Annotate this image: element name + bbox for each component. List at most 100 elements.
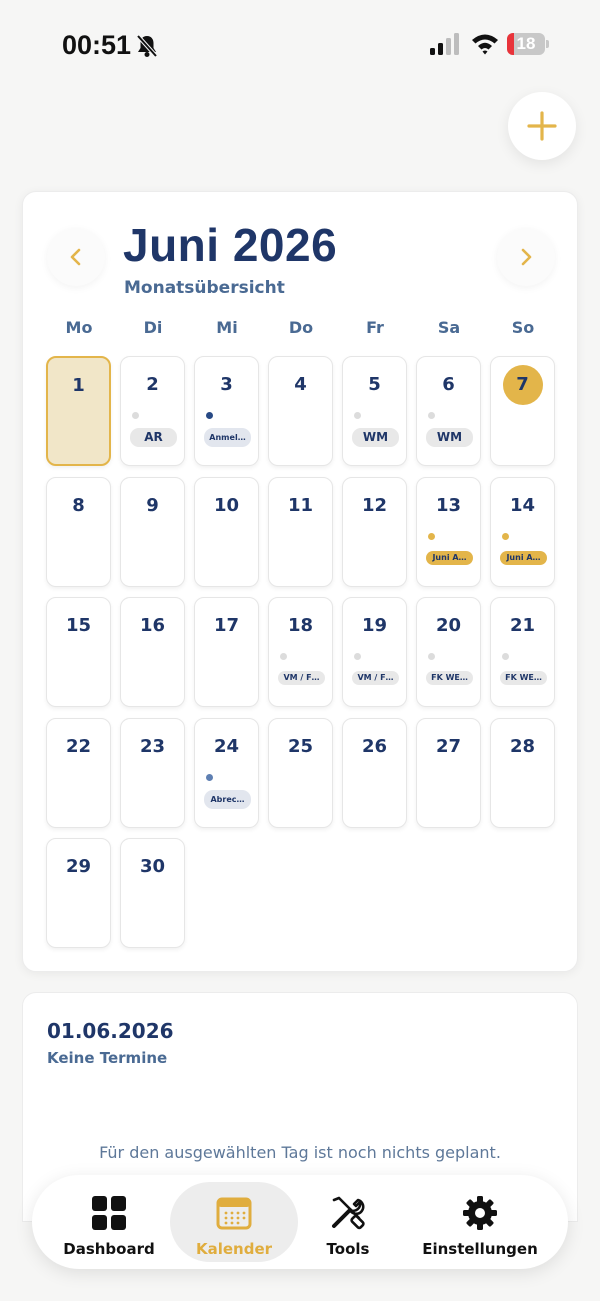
- day-number: 10: [213, 494, 240, 516]
- bell-muted-icon: [136, 34, 158, 58]
- weekday-label: Fr: [366, 318, 384, 337]
- day-number: 23: [139, 735, 166, 757]
- weekday-label: Di: [143, 318, 163, 337]
- day-number: 28: [509, 735, 536, 757]
- day-number: 19: [361, 615, 388, 636]
- status-bar: 00:51 18: [0, 0, 600, 90]
- event-chip: Abrec…: [204, 789, 251, 809]
- day-number: 1: [72, 375, 85, 396]
- day-number: 3: [220, 374, 233, 395]
- day-number: 22: [65, 735, 92, 757]
- day-cell[interactable]: 20 FK WE…: [416, 597, 481, 707]
- day-cell[interactable]: 17: [194, 597, 259, 707]
- selected-date: 01.06.2026: [47, 1019, 174, 1043]
- day-number: 17: [213, 615, 240, 636]
- previous-month-button[interactable]: [47, 228, 105, 286]
- day-number: 6: [442, 374, 455, 395]
- calendar-icon: [216, 1197, 252, 1230]
- day-cell[interactable]: 3 Anmel…: [194, 356, 259, 466]
- tab-label: Tools: [326, 1240, 370, 1258]
- day-cell[interactable]: 10: [194, 476, 259, 587]
- day-cell[interactable]: 9: [120, 476, 185, 587]
- day-cell[interactable]: 27: [416, 717, 481, 828]
- day-cell[interactable]: 1: [46, 356, 111, 466]
- day-cell[interactable]: 4: [268, 356, 333, 466]
- weekday-label: Mi: [216, 318, 238, 337]
- event-chip: FK WE…: [426, 671, 473, 685]
- day-cell[interactable]: 16: [120, 597, 185, 707]
- tab-label: Einstellungen: [422, 1240, 538, 1258]
- day-cell[interactable]: 21 FK WE…: [490, 597, 555, 707]
- empty-state-message: Für den ausgewählten Tag ist noch nichts…: [99, 1143, 501, 1162]
- day-number: 24: [213, 735, 240, 757]
- event-chip: Juni A…: [426, 550, 473, 565]
- day-number: 12: [361, 494, 388, 516]
- event-chip: VM / F…: [278, 671, 325, 685]
- event-dot: [206, 412, 213, 419]
- day-cell[interactable]: 5 WM: [342, 356, 407, 466]
- event-dot: [206, 773, 213, 781]
- day-cell[interactable]: 18 VM / F…: [268, 597, 333, 707]
- day-cell[interactable]: 8: [46, 476, 111, 587]
- day-number: 18: [287, 615, 314, 636]
- tab-label: Kalender: [195, 1240, 273, 1258]
- day-cell[interactable]: 30: [120, 838, 185, 948]
- day-number: 30: [139, 856, 166, 877]
- tab-dashboard[interactable]: Dashboard: [52, 1182, 166, 1262]
- add-event-button[interactable]: [508, 92, 576, 160]
- event-chip: AR: [130, 428, 177, 447]
- weekday-label: Do: [288, 318, 314, 337]
- event-dot: [502, 653, 509, 660]
- day-cell[interactable]: 2 AR: [120, 356, 185, 466]
- weekday-label: Mo: [65, 318, 93, 337]
- battery-cap: [546, 40, 549, 48]
- day-number: 16: [139, 615, 166, 636]
- day-cell[interactable]: 12: [342, 476, 407, 587]
- event-dot: [428, 653, 435, 660]
- day-cell[interactable]: 14 Juni A…: [490, 476, 555, 587]
- event-dot: [428, 412, 435, 419]
- day-cell[interactable]: 11: [268, 476, 333, 587]
- day-number: 8: [72, 494, 85, 516]
- event-chip: FK WE…: [500, 671, 547, 685]
- day-cell[interactable]: 28: [490, 717, 555, 828]
- calendar-card: Juni 2026 Monatsübersicht Mo Di Mi Do Fr Sa So…: [22, 191, 578, 972]
- day-cell[interactable]: 6 WM: [416, 356, 481, 466]
- day-number: 21: [509, 615, 536, 636]
- battery-level: 18: [516, 34, 536, 53]
- day-number: 14: [509, 494, 536, 516]
- day-cell[interactable]: 26: [342, 717, 407, 828]
- day-number: 15: [65, 615, 92, 636]
- tab-label: Dashboard: [63, 1240, 155, 1258]
- event-chip: WM: [352, 428, 399, 447]
- next-month-button[interactable]: [497, 228, 555, 286]
- event-chip: VM / F…: [352, 671, 399, 685]
- tab-kalender[interactable]: Kalender: [170, 1182, 298, 1262]
- status-time: 00:51: [62, 30, 132, 60]
- day-cell[interactable]: 23: [120, 717, 185, 828]
- day-cell[interactable]: 19 VM / F…: [342, 597, 407, 707]
- tab-tools[interactable]: Tools: [302, 1182, 394, 1262]
- day-number: 25: [287, 735, 314, 757]
- month-subtitle: Monatsübersicht: [124, 278, 285, 298]
- event-dot: [132, 412, 139, 419]
- day-cell[interactable]: 29: [46, 838, 111, 948]
- cellular-signal-icon: [430, 33, 459, 55]
- tab-einstellungen[interactable]: Einstellungen: [412, 1182, 548, 1262]
- day-cell[interactable]: 15: [46, 597, 111, 707]
- day-cell[interactable]: 22: [46, 717, 111, 828]
- day-cell[interactable]: 25: [268, 717, 333, 828]
- weekday-label: So: [511, 318, 535, 337]
- event-dot: [502, 532, 509, 540]
- day-number: 4: [294, 374, 307, 395]
- day-number: 11: [287, 494, 314, 516]
- day-cell[interactable]: 13 Juni A…: [416, 476, 481, 587]
- day-cell[interactable]: 7: [490, 356, 555, 466]
- chevron-left-icon: [70, 248, 81, 266]
- day-cell[interactable]: 24 Abrec…: [194, 717, 259, 828]
- day-number: 20: [435, 615, 462, 636]
- gear-icon: [463, 1196, 497, 1230]
- day-number: 29: [65, 856, 92, 877]
- tools-icon: [332, 1196, 365, 1230]
- battery-indicator: 18: [507, 33, 549, 55]
